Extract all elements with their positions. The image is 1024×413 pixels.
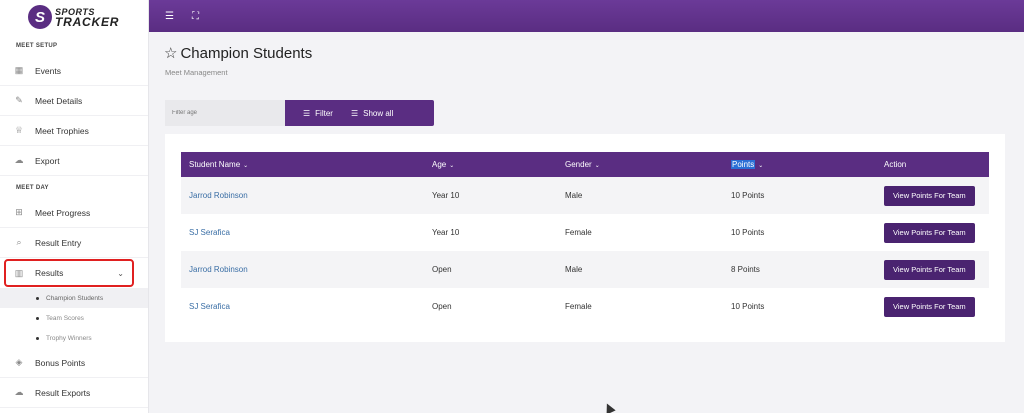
sidebar-item-label: Results [35,268,64,278]
student-name-link[interactable]: Jarrod Robinson [181,177,424,214]
points-cell: 8 Points [731,265,760,274]
column-header-action: Action [884,160,907,169]
age-cell: Open [432,302,452,311]
gender-cell: Female [565,302,592,311]
top-bar: ☰ ⛶ [149,0,1024,32]
sidebar-item-meet-trophies[interactable]: ♕ Meet Trophies [0,116,148,146]
section-label-day: MEET DAY [16,185,49,191]
table-row: SJ Serafica Open Female 10 Points View P… [181,288,989,325]
page-title: ☆ Champion Students [164,44,313,63]
bullet-icon [36,316,39,320]
student-name-link[interactable]: Jarrod Robinson [181,251,424,288]
sidebar-item-meet-details[interactable]: ✎ Meet Details [0,86,148,116]
column-header-student-name[interactable]: Student Name ⌄ [181,152,424,177]
sidebar-item-export[interactable]: ☁ Export [0,146,148,176]
sidebar-item-label: Result Entry [35,237,82,248]
bar-chart-icon: ▥ [14,267,24,278]
table-row: SJ Serafica Year 10 Female 10 Points Vie… [181,214,989,251]
chevron-down-icon: ⌄ [117,268,124,278]
bullet-icon [36,336,39,340]
sidebar-subitem-label: Champion Students [46,294,104,302]
gender-cell: Female [565,228,592,237]
sidebar-item-result-entry[interactable]: ⌕ Result Entry [0,228,148,258]
sidebar-subitem-trophy-winners[interactable]: Trophy Winners [0,328,148,348]
age-cell: Open [432,265,452,274]
age-cell: Year 10 [432,228,460,237]
star-icon[interactable]: ☆ [164,44,177,62]
sidebar-item-bonus-points[interactable]: ◈ Bonus Points [0,348,148,378]
filter-age-input[interactable] [165,100,285,126]
sidebar: S SPORTS TRACKER MEET SETUP ▦ Events ✎ M… [0,0,149,413]
view-points-for-team-button[interactable]: View Points For Team [884,222,975,243]
brand-logo[interactable]: S SPORTS TRACKER [0,0,148,34]
show-all-button[interactable]: ☰ Show all [351,109,393,118]
edit-icon: ✎ [15,95,23,105]
points-cell: 10 Points [731,302,765,311]
page-subtitle: Meet Management [165,68,228,77]
sidebar-subitem-label: Trophy Winners [46,334,92,342]
column-header-gender[interactable]: Gender ⌄ [557,152,723,177]
chevron-down-icon: ⌄ [449,163,455,169]
chevron-down-icon: ⌄ [594,163,600,169]
sidebar-subitem-team-scores[interactable]: Team Scores [0,308,148,328]
table-row: Jarrod Robinson Open Male 8 Points View … [181,251,989,288]
filter-button[interactable]: ☰ Filter [303,109,333,118]
sidebar-item-meet-progress[interactable]: ⊞ Meet Progress [0,198,148,228]
sidebar-item-results[interactable]: ▥ Results ⌄ [4,259,134,287]
sidebar-item-events[interactable]: ▦ Events [0,56,148,86]
chevron-down-icon: ⌄ [758,163,764,169]
cloud-icon: ☁ [14,387,24,397]
results-card: Student Name ⌄ Age ⌄ Gender ⌄ Points ⌄ Actio… [165,134,1005,342]
diamond-icon: ◈ [15,357,23,367]
sidebar-item-label: Meet Progress [35,207,91,218]
menu-icon[interactable]: ☰ [165,11,174,22]
sidebar-item-label: Events [35,65,61,76]
fullscreen-icon[interactable]: ⛶ [192,11,199,22]
sidebar-item-label: Bonus Points [35,357,86,368]
filter-bar: ☰ Filter ☰ Show all [165,100,434,126]
list-icon: ☰ [350,108,359,118]
points-cell: 10 Points [731,191,765,200]
logo-mark: S [28,5,52,29]
age-cell: Year 10 [432,191,460,200]
view-points-for-team-button[interactable]: View Points For Team [884,185,975,206]
bullet-icon [36,296,39,300]
list-icon: ☰ [303,108,311,118]
view-points-for-team-button[interactable]: View Points For Team [884,296,975,317]
chevron-down-icon: ⌄ [243,163,249,169]
view-points-for-team-button[interactable]: View Points For Team [884,259,975,280]
gender-cell: Male [565,191,583,200]
sidebar-subitem-label: Team Scores [46,314,84,322]
student-name-link[interactable]: SJ Serafica [181,288,424,325]
grid-icon: ⊞ [15,207,23,217]
cloud-icon: ☁ [14,155,24,165]
champion-students-table: Student Name ⌄ Age ⌄ Gender ⌄ Points ⌄ Actio… [181,152,989,325]
sidebar-item-result-exports[interactable]: ☁ Result Exports [0,378,148,408]
sidebar-subitem-champion-students[interactable]: Champion Students [0,288,148,308]
calendar-icon: ▦ [14,65,24,75]
student-name-link[interactable]: SJ Serafica [181,214,424,251]
column-header-age[interactable]: Age ⌄ [424,152,557,177]
gender-cell: Male [565,265,583,274]
points-cell: 10 Points [731,228,765,237]
column-header-points[interactable]: Points ⌄ [723,152,876,177]
sidebar-item-label: Export [35,155,60,166]
table-row: Jarrod Robinson Year 10 Male 10 Points V… [181,177,989,214]
mouse-cursor-icon [602,401,616,413]
sidebar-item-label: Meet Trophies [35,125,89,136]
section-label-setup: MEET SETUP [16,43,58,49]
brand-line2: TRACKER [55,15,120,29]
trophy-icon: ♕ [14,125,24,135]
search-icon: ⌕ [16,237,22,247]
sidebar-item-label: Result Exports [35,387,91,398]
table-header-row: Student Name ⌄ Age ⌄ Gender ⌄ Points ⌄ Actio… [181,152,989,177]
sidebar-item-label: Meet Details [35,95,83,106]
